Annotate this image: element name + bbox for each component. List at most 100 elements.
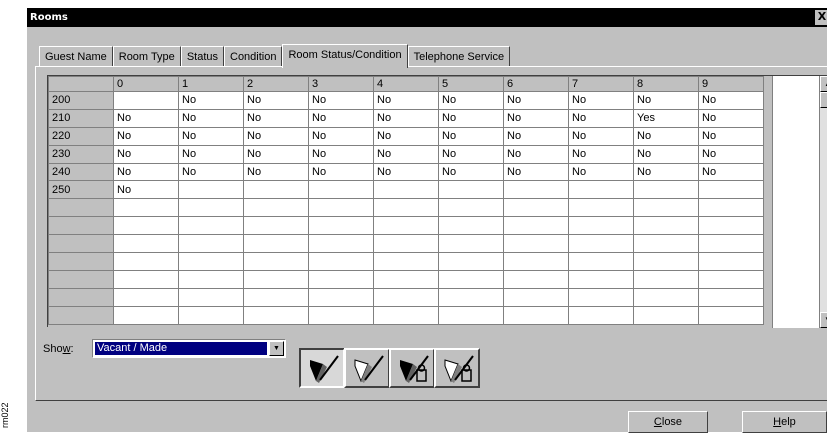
row-header[interactable]: 200: [48, 91, 114, 110]
grid-cell[interactable]: No: [633, 144, 699, 164]
grid-cell[interactable]: [568, 269, 634, 289]
grid-cell[interactable]: [308, 287, 374, 307]
grid-cell[interactable]: No: [373, 144, 439, 164]
grid-cell[interactable]: No: [438, 126, 504, 146]
grid-cell[interactable]: [373, 269, 439, 289]
row-header[interactable]: [48, 269, 114, 289]
grid-cell[interactable]: [243, 234, 309, 254]
tab-room-type[interactable]: Room Type: [112, 46, 181, 67]
grid-cell[interactable]: No: [178, 144, 244, 164]
grid-cell[interactable]: No: [243, 91, 309, 110]
tab-condition[interactable]: Condition: [224, 46, 283, 67]
grid-cell[interactable]: [633, 252, 699, 271]
grid-cell[interactable]: [373, 180, 439, 200]
grid-cell[interactable]: No: [698, 162, 764, 182]
grid-cell[interactable]: Yes: [633, 108, 699, 128]
grid-cell[interactable]: [178, 305, 244, 325]
grid-cell[interactable]: No: [503, 162, 569, 182]
grid-cell[interactable]: No: [438, 108, 504, 128]
grid-cell[interactable]: No: [698, 144, 764, 164]
grid-cell[interactable]: No: [178, 126, 244, 146]
grid-cell[interactable]: [568, 305, 634, 325]
grid-cell[interactable]: No: [438, 91, 504, 110]
grid-cell[interactable]: [568, 180, 634, 200]
grid-cell[interactable]: No: [568, 91, 634, 110]
grid-cell[interactable]: [373, 305, 439, 325]
tab-room-status-condition[interactable]: Room Status/Condition: [282, 44, 408, 68]
grid-cell[interactable]: No: [503, 108, 569, 128]
grid-cell[interactable]: [438, 252, 504, 271]
grid-cell[interactable]: [698, 252, 764, 271]
grid-cell[interactable]: No: [308, 162, 374, 182]
grid-cell[interactable]: [243, 287, 309, 307]
grid-cell[interactable]: [113, 287, 179, 307]
column-header[interactable]: 5: [438, 76, 504, 92]
grid-cell[interactable]: [438, 216, 504, 236]
grid-cell[interactable]: No: [243, 162, 309, 182]
grid-cell[interactable]: [178, 252, 244, 271]
row-header[interactable]: [48, 216, 114, 236]
grid-cell[interactable]: [568, 287, 634, 307]
grid-cell[interactable]: No: [113, 144, 179, 164]
grid-cell[interactable]: No: [308, 126, 374, 146]
grid-cell[interactable]: No: [113, 108, 179, 128]
grid-cell[interactable]: No: [113, 162, 179, 182]
occupied-dirty-button[interactable]: [434, 348, 480, 388]
grid-cell[interactable]: [698, 234, 764, 254]
grid-cell[interactable]: [308, 269, 374, 289]
grid-cell[interactable]: No: [568, 162, 634, 182]
grid-cell[interactable]: No: [113, 180, 179, 200]
tab-guest-name[interactable]: Guest Name: [39, 46, 113, 67]
grid-cell[interactable]: [568, 234, 634, 254]
grid-cell[interactable]: [633, 216, 699, 236]
column-header[interactable]: 3: [308, 76, 374, 92]
grid-cell[interactable]: [568, 198, 634, 218]
grid-cell[interactable]: [698, 198, 764, 218]
grid-cell[interactable]: [243, 305, 309, 325]
row-header[interactable]: [48, 234, 114, 254]
grid-cell[interactable]: No: [568, 108, 634, 128]
grid-cell[interactable]: [503, 269, 569, 289]
grid-cell[interactable]: [698, 287, 764, 307]
grid-cell[interactable]: [503, 198, 569, 218]
grid-cell[interactable]: [568, 216, 634, 236]
grid-cell[interactable]: [373, 252, 439, 271]
grid-cell[interactable]: [698, 180, 764, 200]
grid-cell[interactable]: No: [308, 91, 374, 110]
grid-vertical-scrollbar[interactable]: ▲ ▼: [819, 76, 827, 328]
close-button[interactable]: Close: [628, 411, 708, 433]
column-header[interactable]: 6: [503, 76, 569, 92]
grid-cell[interactable]: [698, 305, 764, 325]
row-header[interactable]: 220: [48, 126, 114, 146]
grid-cell[interactable]: [178, 216, 244, 236]
grid-cell[interactable]: No: [308, 108, 374, 128]
grid-cell[interactable]: [503, 287, 569, 307]
row-header[interactable]: 250: [48, 180, 114, 200]
grid-cell[interactable]: [178, 198, 244, 218]
tab-status[interactable]: Status: [180, 46, 224, 67]
grid-cell[interactable]: [503, 234, 569, 254]
grid-cell[interactable]: [503, 180, 569, 200]
column-header[interactable]: 2: [243, 76, 309, 92]
grid-cell[interactable]: No: [178, 91, 244, 110]
grid-cell[interactable]: No: [373, 126, 439, 146]
grid-cell[interactable]: [438, 269, 504, 289]
grid-cell[interactable]: [243, 216, 309, 236]
grid-cell[interactable]: [308, 180, 374, 200]
column-header[interactable]: 7: [568, 76, 634, 92]
grid-cell[interactable]: [178, 287, 244, 307]
grid-cell[interactable]: No: [698, 91, 764, 110]
grid-cell[interactable]: [113, 198, 179, 218]
grid-cell[interactable]: [113, 91, 179, 110]
grid-cell[interactable]: [568, 252, 634, 271]
grid-cell[interactable]: No: [568, 144, 634, 164]
grid-cell[interactable]: [438, 180, 504, 200]
grid-cell[interactable]: No: [503, 126, 569, 146]
row-header[interactable]: [48, 287, 114, 307]
grid-cell[interactable]: No: [243, 144, 309, 164]
grid-cell[interactable]: [243, 252, 309, 271]
column-header[interactable]: 4: [373, 76, 439, 92]
grid-cell[interactable]: [178, 234, 244, 254]
grid-cell[interactable]: [308, 305, 374, 325]
grid-cell[interactable]: [438, 305, 504, 325]
